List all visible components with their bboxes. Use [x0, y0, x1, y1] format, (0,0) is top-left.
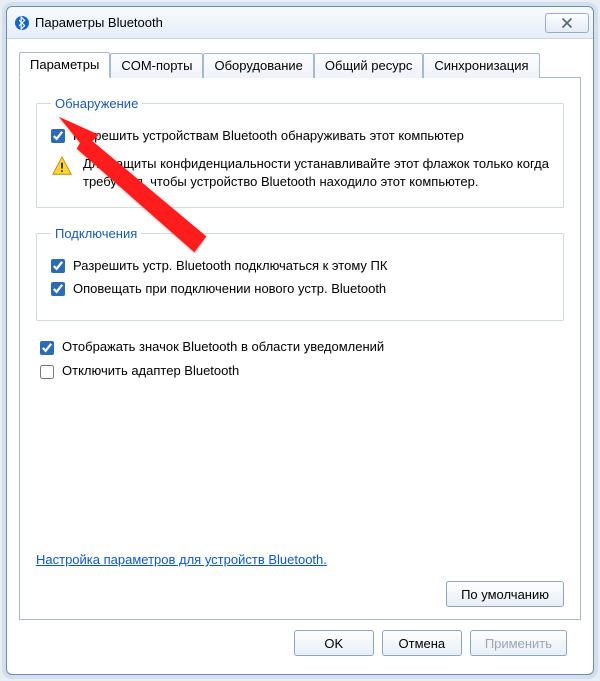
apply-button[interactable]: Применить — [470, 630, 567, 656]
notify-connect-checkbox[interactable] — [51, 282, 65, 296]
connections-legend: Подключения — [51, 226, 141, 241]
allow-connect-checkbox[interactable] — [51, 259, 65, 273]
tab-parameters[interactable]: Параметры — [19, 52, 110, 78]
disable-adapter-checkbox[interactable] — [40, 365, 54, 379]
window-title: Параметры Bluetooth — [35, 15, 545, 30]
bluetooth-icon — [15, 16, 29, 30]
window-content: Параметры COM-порты Оборудование Общий р… — [7, 39, 593, 674]
tab-sync[interactable]: Синхронизация — [423, 53, 539, 78]
configure-link[interactable]: Настройка параметров для устройств Bluet… — [36, 552, 327, 567]
allow-discovery-label: Разрешить устройствам Bluetooth обнаружи… — [73, 127, 549, 145]
close-icon — [561, 18, 573, 28]
bluetooth-settings-window: Параметры Bluetooth Параметры COM-порты … — [6, 6, 594, 675]
warning-icon — [51, 155, 73, 177]
titlebar: Параметры Bluetooth — [7, 7, 593, 39]
connections-group: Подключения Разрешить устр. Bluetooth по… — [36, 226, 564, 321]
disable-adapter-row: Отключить адаптер Bluetooth — [36, 363, 564, 379]
tab-com-ports[interactable]: COM-порты — [110, 53, 203, 78]
close-button[interactable] — [545, 13, 589, 33]
cancel-button[interactable]: Отмена — [382, 630, 462, 656]
notify-connect-label: Оповещать при подключении нового устр. B… — [73, 280, 549, 298]
discovery-group: Обнаружение Разрешить устройствам Blueto… — [36, 96, 564, 208]
ok-button[interactable]: OK — [294, 630, 374, 656]
show-tray-checkbox[interactable] — [40, 341, 54, 355]
configure-link-row: Настройка параметров для устройств Bluet… — [34, 528, 566, 567]
discovery-warning: Для защиты конфиденциальности устанавлив… — [51, 155, 549, 191]
discovery-warning-text: Для защиты конфиденциальности устанавлив… — [83, 155, 549, 191]
show-tray-row: Отображать значок Bluetooth в области ув… — [36, 339, 564, 355]
defaults-button[interactable]: По умолчанию — [446, 581, 564, 607]
allow-discovery-row: Разрешить устройствам Bluetooth обнаружи… — [51, 127, 549, 145]
tab-hardware[interactable]: Оборудование — [203, 53, 313, 78]
allow-discovery-checkbox[interactable] — [51, 129, 65, 143]
allow-connect-label: Разрешить устр. Bluetooth подключаться к… — [73, 257, 549, 275]
panel-button-row: По умолчанию — [34, 567, 566, 607]
tab-panel-parameters: Обнаружение Разрешить устройствам Blueto… — [19, 77, 581, 620]
notify-connect-row: Оповещать при подключении нового устр. B… — [51, 280, 549, 298]
tab-sharing[interactable]: Общий ресурс — [314, 53, 423, 78]
show-tray-label: Отображать значок Bluetooth в области ув… — [62, 339, 384, 354]
discovery-legend: Обнаружение — [51, 96, 142, 111]
allow-connect-row: Разрешить устр. Bluetooth подключаться к… — [51, 257, 549, 275]
disable-adapter-label: Отключить адаптер Bluetooth — [62, 363, 239, 378]
tabstrip: Параметры COM-порты Оборудование Общий р… — [19, 49, 581, 77]
dialog-button-row: OK Отмена Применить — [19, 620, 581, 668]
